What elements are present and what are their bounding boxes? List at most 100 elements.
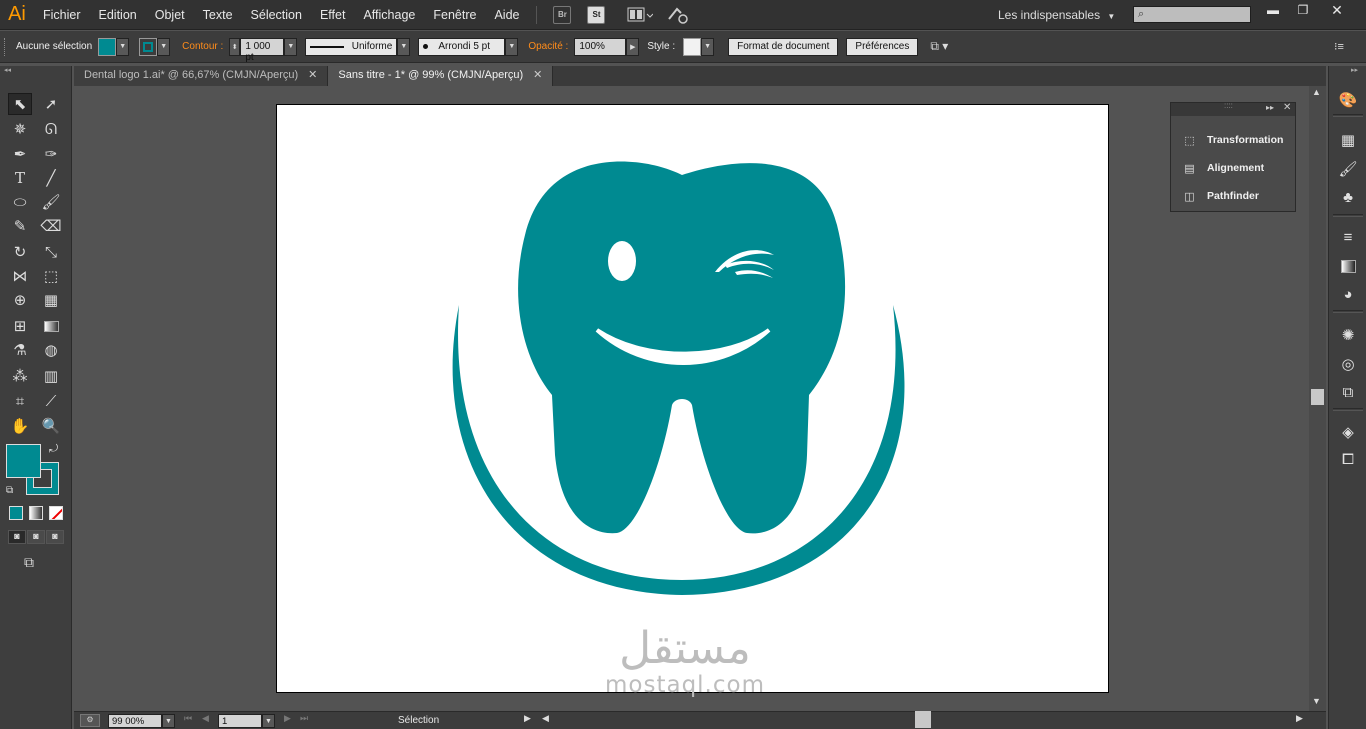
stroke-profile-select[interactable]: Uniforme bbox=[305, 37, 398, 56]
artboard-dropdown[interactable]: ▼ bbox=[262, 714, 275, 728]
vertical-scroll-thumb[interactable] bbox=[1311, 389, 1324, 405]
draw-behind-icon[interactable]: ◙ bbox=[27, 530, 45, 544]
first-artboard-icon[interactable]: ⏮ bbox=[184, 713, 192, 724]
stock-icon[interactable]: St bbox=[587, 5, 606, 24]
status-menu-icon[interactable]: ▶ bbox=[524, 713, 531, 724]
last-artboard-icon[interactable]: ⏭ bbox=[300, 713, 308, 724]
curvature-tool-icon[interactable]: ✑ bbox=[39, 143, 63, 165]
rotate-tool-icon[interactable]: ↻ bbox=[8, 241, 32, 263]
stroke-panel-icon[interactable]: ≡ bbox=[1338, 227, 1358, 247]
ellipse-tool-icon[interactable]: ⬭ bbox=[8, 191, 32, 213]
slice-tool-icon[interactable]: ⟋ bbox=[39, 390, 63, 412]
menu-effet[interactable]: Effet bbox=[311, 0, 354, 30]
zoom-tool-icon[interactable]: 🔍 bbox=[39, 415, 63, 437]
menu-fenetre[interactable]: Fenêtre bbox=[424, 0, 485, 30]
opacity-field[interactable]: 100% bbox=[574, 37, 627, 56]
magic-wand-tool-icon[interactable]: ✵ bbox=[8, 118, 32, 140]
mesh-tool-icon[interactable]: ⊞ bbox=[8, 315, 32, 337]
panel-menu-icon[interactable]: ⁝≡ bbox=[1334, 40, 1344, 53]
dental-logo-artwork[interactable] bbox=[277, 105, 1110, 694]
width-tool-icon[interactable]: ⋈ bbox=[8, 265, 32, 287]
stroke-swatch[interactable] bbox=[139, 37, 158, 56]
menu-texte[interactable]: Texte bbox=[194, 0, 242, 30]
close-icon[interactable]: ✕ bbox=[533, 69, 542, 81]
pen-tool-icon[interactable]: ✒ bbox=[8, 143, 32, 165]
lasso-tool-icon[interactable]: ᘏ bbox=[39, 118, 63, 140]
style-dropdown[interactable]: ▼ bbox=[701, 37, 715, 56]
opacity-label[interactable]: Opacité : bbox=[528, 41, 568, 52]
panel-header[interactable]: :::: ▸▸ ✕ bbox=[1171, 101, 1295, 116]
brushes-panel-icon[interactable]: 🖌 bbox=[1338, 159, 1358, 179]
color-mode-icon[interactable] bbox=[9, 506, 23, 520]
column-graph-tool-icon[interactable]: ▥ bbox=[39, 365, 63, 387]
tab-dental-logo[interactable]: Dental logo 1.ai* @ 66,67% (CMJN/Aperçu)… bbox=[74, 66, 329, 86]
search-input[interactable]: ⌕ bbox=[1133, 6, 1251, 23]
menu-selection[interactable]: Sélection bbox=[242, 0, 311, 30]
close-icon[interactable]: ✕ bbox=[1283, 102, 1291, 113]
hand-tool-icon[interactable]: ✋ bbox=[8, 415, 32, 437]
artboard-number-field[interactable]: 1 bbox=[218, 714, 262, 728]
draw-normal-icon[interactable]: ◙ bbox=[8, 530, 26, 544]
asset-export-panel-icon[interactable]: ⧉ bbox=[1338, 382, 1358, 402]
zoom-field[interactable]: 99 00% bbox=[108, 714, 162, 728]
document-setup-button[interactable]: Format de document bbox=[728, 37, 839, 56]
gradient-tool-icon[interactable] bbox=[39, 315, 63, 337]
stroke-weight-stepper[interactable]: ⬍ bbox=[229, 37, 241, 56]
paintbrush-tool-icon[interactable]: 🖌 bbox=[39, 191, 63, 213]
stroke-label[interactable]: Contour : bbox=[182, 41, 223, 52]
preferences-button[interactable]: Préférences bbox=[846, 37, 919, 56]
direct-selection-tool-icon[interactable]: ➚ bbox=[39, 93, 63, 115]
selection-tool-icon[interactable]: ⬉ bbox=[8, 93, 32, 115]
stroke-profile-dropdown[interactable]: ▼ bbox=[397, 37, 411, 56]
close-button[interactable]: ✕ bbox=[1322, 2, 1352, 18]
type-tool-icon[interactable]: T bbox=[8, 167, 32, 189]
swatches-panel-icon[interactable]: ▦ bbox=[1338, 130, 1358, 150]
none-mode-icon[interactable] bbox=[49, 506, 63, 520]
free-transform-tool-icon[interactable]: ⬚ bbox=[39, 265, 63, 287]
screen-mode-icon[interactable]: ⧉ bbox=[24, 554, 34, 571]
stroke-dropdown[interactable]: ▼ bbox=[157, 37, 171, 56]
scale-tool-icon[interactable]: ⤡ bbox=[39, 241, 63, 263]
scroll-up-icon[interactable]: ▲ bbox=[1312, 87, 1321, 97]
scroll-right-icon[interactable]: ▶ bbox=[1296, 713, 1303, 724]
eyedropper-tool-icon[interactable]: ⚗ bbox=[8, 339, 32, 361]
menu-affichage[interactable]: Affichage bbox=[354, 0, 424, 30]
menu-objet[interactable]: Objet bbox=[146, 0, 194, 30]
horizontal-scroll-thumb[interactable] bbox=[915, 711, 931, 728]
stroke-weight-field[interactable]: 1 000 pt bbox=[240, 37, 285, 63]
scroll-down-icon[interactable]: ▼ bbox=[1312, 696, 1321, 706]
style-swatch[interactable] bbox=[683, 37, 702, 56]
restore-button[interactable]: ❐ bbox=[1288, 2, 1318, 18]
panel-item-pathfinder[interactable]: ◫ Pathfinder bbox=[1182, 188, 1259, 204]
symbol-sprayer-tool-icon[interactable]: ⁂ bbox=[8, 365, 32, 387]
line-tool-icon[interactable]: ╱ bbox=[39, 167, 63, 189]
panel-item-transformation[interactable]: ⬚ Transformation bbox=[1182, 132, 1283, 148]
eraser-tool-icon[interactable]: ⌫ bbox=[39, 215, 63, 237]
next-artboard-icon[interactable]: ▶ bbox=[284, 713, 291, 724]
tab-sans-titre[interactable]: Sans titre - 1* @ 99% (CMJN/Aperçu) ✕ bbox=[328, 66, 554, 86]
gpu-performance-icon[interactable] bbox=[667, 5, 689, 25]
draw-inside-icon[interactable]: ◙ bbox=[46, 530, 64, 544]
default-colors-icon[interactable]: ⧉ bbox=[6, 485, 13, 496]
brush-select[interactable]: Arrondi 5 pt bbox=[418, 37, 506, 56]
opacity-slider-button[interactable]: ▶ bbox=[626, 37, 640, 56]
bridge-icon[interactable]: Br bbox=[553, 5, 572, 24]
appearance-panel-icon[interactable]: ✺ bbox=[1338, 325, 1358, 345]
previous-artboard-icon[interactable]: ◀ bbox=[202, 713, 209, 724]
workspace-switcher[interactable]: Les indispensables ▼ bbox=[998, 0, 1115, 30]
arrange-documents-icon[interactable] bbox=[627, 6, 654, 24]
gpu-icon[interactable]: ⚙ bbox=[80, 714, 100, 727]
scroll-left-icon[interactable]: ◀ bbox=[542, 713, 549, 724]
artboard[interactable] bbox=[276, 104, 1109, 693]
menu-fichier[interactable]: Fichier bbox=[34, 0, 90, 30]
transparency-panel-icon[interactable]: ◕ bbox=[1338, 284, 1358, 304]
panel-collapse-icon[interactable]: ◂◂ bbox=[4, 66, 11, 74]
color-panel-icon[interactable]: 🎨 bbox=[1338, 90, 1358, 110]
artboard-tool-icon[interactable]: ⌗ bbox=[8, 390, 32, 412]
arrange-icon[interactable]: ⧉ ▾ bbox=[930, 39, 948, 54]
graphic-styles-panel-icon[interactable]: ◎ bbox=[1338, 354, 1358, 374]
collapse-icon[interactable]: ▸▸ bbox=[1266, 103, 1274, 112]
blend-tool-icon[interactable]: ◍ bbox=[39, 339, 63, 361]
perspective-grid-tool-icon[interactable]: ▦ bbox=[39, 289, 63, 311]
fill-color-swatch[interactable] bbox=[6, 444, 41, 478]
